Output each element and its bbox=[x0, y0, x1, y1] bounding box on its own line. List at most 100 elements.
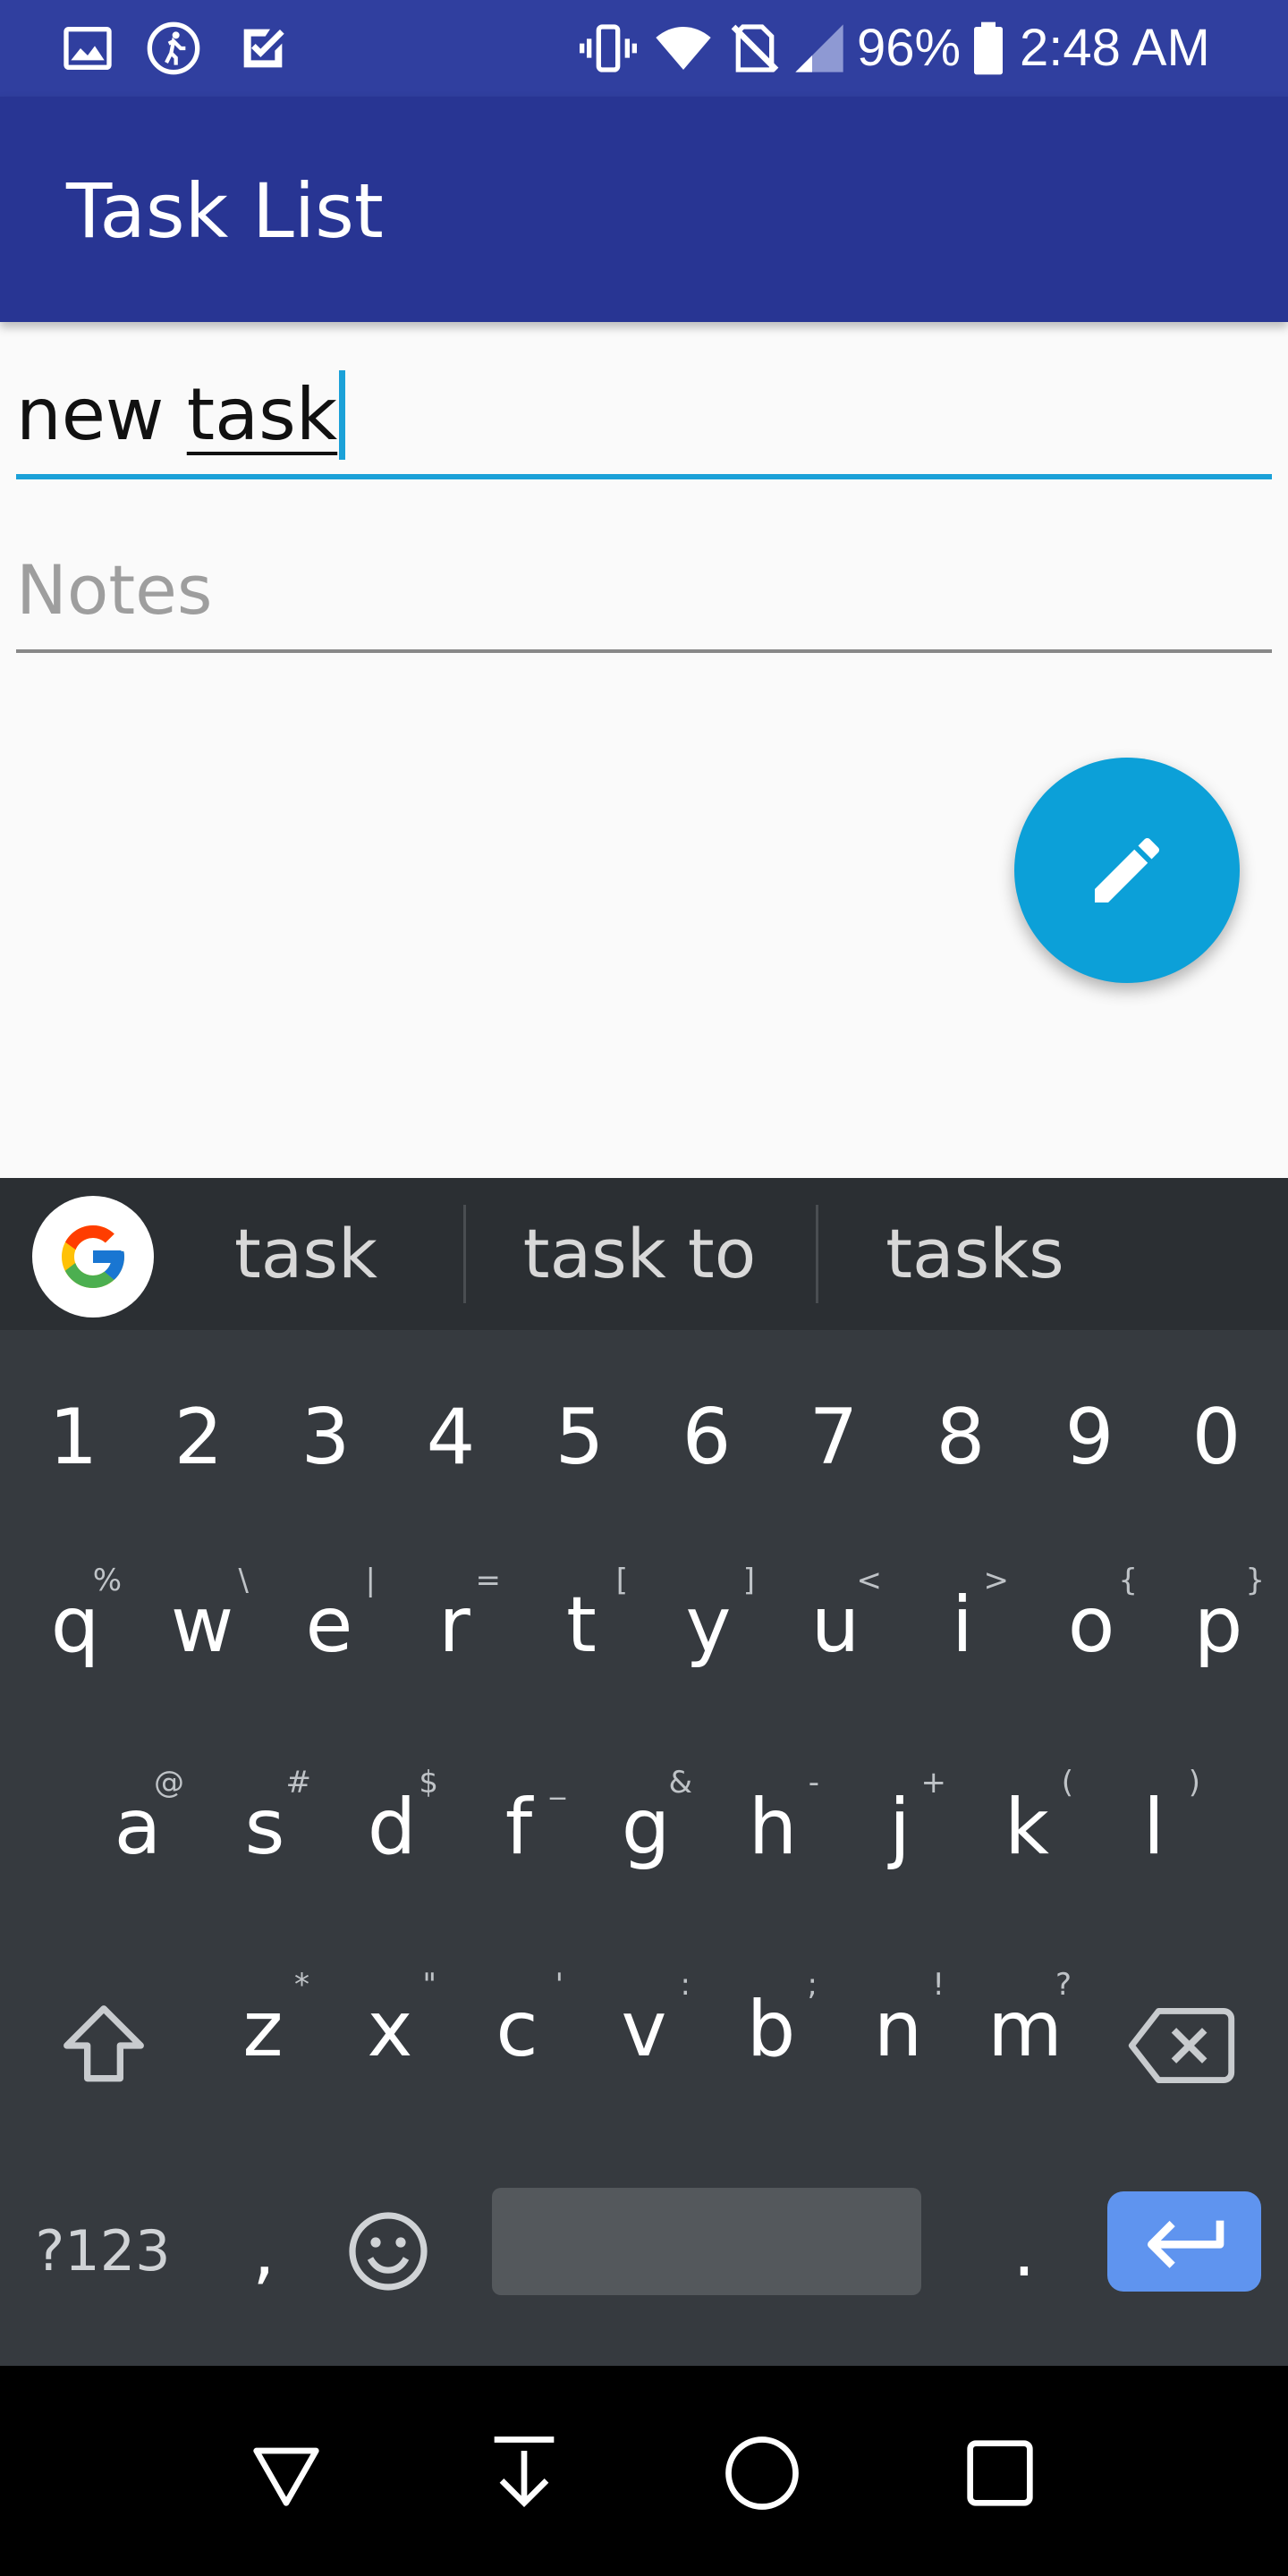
suggestion-divider bbox=[463, 1205, 466, 1303]
letter-key-t[interactable]: t[ bbox=[530, 1563, 633, 1679]
letter-key-i[interactable]: i > bbox=[911, 1563, 1014, 1679]
home-circle-icon[interactable] bbox=[717, 2428, 807, 2518]
number-key-4[interactable]: 4 bbox=[404, 1375, 497, 1491]
key-label: 6 bbox=[682, 1393, 732, 1482]
letter-key-q[interactable]: q% bbox=[23, 1563, 127, 1679]
number-key-2[interactable]: 2 bbox=[152, 1375, 245, 1491]
key-hint: & bbox=[668, 1765, 692, 1801]
letter-key-u[interactable]: u < bbox=[784, 1563, 887, 1679]
notes-placeholder: Notes bbox=[16, 550, 213, 630]
back-triangle-icon[interactable] bbox=[242, 2428, 331, 2518]
number-key-0[interactable]: 0 bbox=[1170, 1375, 1263, 1491]
no-sim-icon bbox=[731, 24, 779, 72]
key-hint: { bbox=[1118, 1563, 1138, 1598]
shift-key[interactable] bbox=[50, 1992, 157, 2099]
letter-key-z[interactable]: z * bbox=[211, 1967, 315, 2083]
key-hint: \ bbox=[238, 1563, 249, 1598]
suggestion-3[interactable]: tasks bbox=[850, 1205, 1100, 1303]
app-bar: Task List bbox=[0, 97, 1288, 322]
letter-key-f[interactable]: f _ bbox=[467, 1765, 571, 1881]
letter-key-d[interactable]: d $ bbox=[340, 1765, 444, 1881]
letter-key-w[interactable]: w \ bbox=[150, 1563, 254, 1679]
letter-key-l[interactable]: l) bbox=[1102, 1765, 1206, 1881]
letter-key-m[interactable]: m? bbox=[973, 1967, 1077, 2083]
key-hint: ! bbox=[932, 1967, 945, 2003]
notes-input[interactable]: Notes bbox=[16, 546, 1272, 653]
clock: 2:48 AM bbox=[1020, 19, 1210, 77]
key-label: 8 bbox=[936, 1393, 986, 1482]
number-key-6[interactable]: 6 bbox=[660, 1375, 753, 1491]
suggestion-1[interactable]: task bbox=[199, 1205, 413, 1303]
letter-key-v[interactable]: v: bbox=[592, 1967, 696, 2083]
recents-square-icon[interactable] bbox=[955, 2428, 1045, 2518]
key-hint: ' bbox=[555, 1967, 564, 2003]
emoji-key[interactable] bbox=[335, 2198, 442, 2305]
number-key-3[interactable]: 3 bbox=[279, 1375, 372, 1491]
key-label: 3 bbox=[301, 1393, 351, 1482]
number-key-1[interactable]: 1 bbox=[27, 1375, 120, 1491]
suggestion-divider bbox=[816, 1205, 818, 1303]
letter-key-s[interactable]: s # bbox=[213, 1765, 317, 1881]
key-label: 1 bbox=[48, 1393, 98, 1482]
battery-icon bbox=[974, 21, 1003, 75]
letter-key-n[interactable]: n! bbox=[846, 1967, 950, 2083]
letter-key-y[interactable]: y] bbox=[657, 1563, 760, 1679]
key-hint: ; bbox=[807, 1967, 818, 2003]
key-hint: # bbox=[285, 1765, 312, 1801]
suggestion-2[interactable]: task to bbox=[501, 1205, 778, 1303]
shift-icon bbox=[64, 2005, 144, 2082]
edit-fab-button[interactable] bbox=[1014, 758, 1240, 983]
number-key-5[interactable]: 5 bbox=[533, 1375, 626, 1491]
key-hint: $ bbox=[419, 1765, 438, 1801]
key-hint: _ bbox=[550, 1765, 565, 1801]
period-key[interactable]: . bbox=[984, 2198, 1064, 2305]
key-hint: ] bbox=[742, 1563, 755, 1598]
google-g-icon bbox=[62, 1225, 124, 1288]
number-key-7[interactable]: 7 bbox=[787, 1375, 880, 1491]
key-label: 9 bbox=[1064, 1393, 1114, 1482]
letter-key-e[interactable]: e | bbox=[277, 1563, 381, 1679]
letter-key-o[interactable]: o{ bbox=[1039, 1563, 1143, 1679]
letter-key-k[interactable]: k( bbox=[975, 1765, 1079, 1881]
hide-keyboard-icon[interactable] bbox=[479, 2428, 569, 2518]
wifi-icon bbox=[656, 27, 711, 70]
key-hint: = bbox=[475, 1563, 502, 1598]
status-bar: 96% 2:48 AM bbox=[0, 0, 1288, 97]
letter-key-a[interactable]: a @ bbox=[86, 1765, 190, 1881]
key-hint: % bbox=[92, 1563, 122, 1598]
number-key-8[interactable]: 8 bbox=[914, 1375, 1007, 1491]
image-icon bbox=[64, 27, 112, 70]
letter-key-p[interactable]: p} bbox=[1166, 1563, 1270, 1679]
key-hint: @ bbox=[154, 1765, 184, 1801]
task-title-input[interactable]: new task bbox=[16, 358, 1272, 479]
letter-key-b[interactable]: b; bbox=[719, 1967, 823, 2083]
comma-key[interactable]: , bbox=[224, 2198, 304, 2305]
key-hint: + bbox=[920, 1765, 947, 1801]
key-hint: | bbox=[365, 1563, 376, 1598]
key-hint: < bbox=[856, 1563, 883, 1598]
letter-key-c[interactable]: c ' bbox=[465, 1967, 569, 2083]
page-title: Task List bbox=[66, 167, 384, 255]
number-key-9[interactable]: 9 bbox=[1043, 1375, 1136, 1491]
navigation-bar bbox=[0, 2366, 1288, 2576]
running-icon bbox=[147, 21, 200, 75]
enter-key[interactable] bbox=[1107, 2191, 1261, 2292]
space-key[interactable] bbox=[492, 2188, 921, 2295]
key-label: c bbox=[496, 1985, 538, 2074]
key-hint: ? bbox=[1055, 1967, 1072, 2003]
letter-key-x[interactable]: x " bbox=[338, 1967, 442, 2083]
key-label: 2 bbox=[174, 1393, 224, 1482]
letter-key-r[interactable]: r = bbox=[402, 1563, 506, 1679]
key-hint: * bbox=[294, 1967, 309, 2003]
title-prefix-text: new bbox=[16, 373, 187, 456]
key-label: 4 bbox=[426, 1393, 476, 1482]
key-hint: - bbox=[808, 1765, 819, 1801]
letter-key-g[interactable]: g & bbox=[594, 1765, 698, 1881]
backspace-key[interactable] bbox=[1123, 1992, 1240, 2099]
letter-key-j[interactable]: j + bbox=[848, 1765, 952, 1881]
letter-key-h[interactable]: h- bbox=[721, 1765, 825, 1881]
google-logo-button[interactable] bbox=[32, 1196, 154, 1318]
vibrate-icon bbox=[580, 24, 637, 72]
battery-percent: 96% bbox=[857, 19, 962, 77]
symbols-key[interactable]: ?123 bbox=[18, 2198, 188, 2305]
